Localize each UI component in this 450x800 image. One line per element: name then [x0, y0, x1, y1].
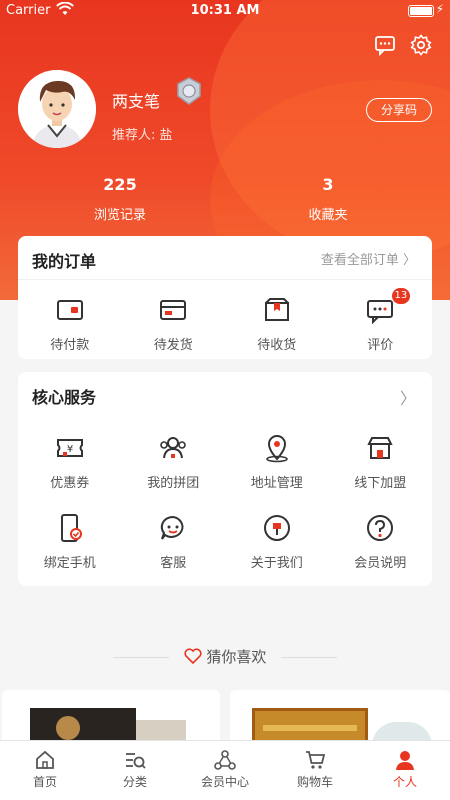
recommend-title: 猜你喜欢 — [206, 648, 267, 666]
service-icon — [161, 515, 184, 540]
tab-category-label: 分类 — [122, 775, 147, 789]
status-bar: Carrier 10:31 AM ⚡ — [0, 0, 450, 22]
username: 两支笔 — [112, 92, 161, 111]
svg-text:¥: ¥ — [67, 444, 73, 455]
chevron-right-icon[interactable]: 〉 — [400, 385, 416, 409]
wallet-icon — [56, 300, 83, 320]
tab-home-label: 首页 — [32, 775, 57, 789]
service-coupon-label: 优惠券 — [50, 476, 90, 491]
comment-icon — [367, 300, 394, 325]
view-all-orders-link[interactable]: 查看全部订单 〉 — [321, 249, 416, 268]
order-pending-receipt[interactable]: 待收货 — [225, 294, 329, 353]
tab-profile[interactable]: 个人 — [360, 741, 450, 800]
member-icon — [214, 750, 236, 770]
member-level-badge-icon — [174, 76, 204, 106]
browse-history-label: 浏览记录 — [93, 208, 146, 223]
store-icon — [367, 437, 393, 459]
favorites-label: 收藏夹 — [308, 208, 348, 223]
service-group-buy[interactable]: 我的拼团 — [122, 432, 226, 512]
browse-history-stat[interactable]: 225 浏览记录 — [60, 175, 180, 223]
share-code-button[interactable]: 分享码 — [366, 98, 432, 122]
service-bind-phone[interactable]: 绑定手机 — [18, 512, 122, 592]
service-bind-phone-label: 绑定手机 — [43, 556, 96, 571]
order-pending-receipt-label: 待收货 — [257, 338, 297, 353]
cart-icon — [306, 751, 326, 769]
tab-member-center[interactable]: 会员中心 — [180, 741, 270, 800]
service-customer-support[interactable]: 客服 — [122, 512, 226, 592]
card-icon — [160, 300, 187, 320]
heart-icon — [184, 648, 202, 665]
favorites-stat[interactable]: 3 收藏夹 — [268, 175, 388, 223]
home-icon — [36, 750, 54, 769]
service-about-us[interactable]: 关于我们 — [225, 512, 329, 592]
service-member-info[interactable]: 会员说明 — [329, 512, 433, 592]
phone-icon — [60, 514, 82, 542]
service-about-us-label: 关于我们 — [250, 556, 303, 571]
service-member-info-label: 会员说明 — [354, 556, 407, 571]
service-group-buy-label: 我的拼团 — [147, 476, 200, 491]
coupon-icon: ¥ — [56, 439, 83, 457]
divider — [281, 657, 338, 658]
status-time: 10:31 AM — [190, 3, 260, 18]
services-card: 核心服务 〉 ¥ 优惠券 我的拼团 地址管理 线下加盟 绑定手机 客服 关于我们… — [18, 372, 432, 586]
tab-category[interactable]: 分类 — [90, 741, 180, 800]
orders-card: 我的订单 查看全部订单 〉 待付款 待发货 待收货 13 评价 — [18, 236, 432, 359]
about-icon — [263, 515, 290, 541]
message-icon[interactable] — [374, 34, 396, 57]
service-address-label: 地址管理 — [250, 476, 303, 491]
review-count-badge: 13 — [391, 288, 411, 304]
service-address[interactable]: 地址管理 — [225, 432, 329, 512]
order-pending-shipment-label: 待发货 — [153, 338, 193, 353]
order-pending-shipment[interactable]: 待发货 — [122, 294, 226, 353]
referrer-label: 推荐人: 盐 — [112, 128, 173, 143]
tab-home[interactable]: 首页 — [0, 741, 90, 800]
service-customer-support-label: 客服 — [160, 556, 187, 571]
tab-member-center-label: 会员中心 — [200, 775, 249, 789]
tab-cart-label: 购物车 — [296, 775, 333, 789]
services-title: 核心服务 — [32, 388, 97, 407]
tab-profile-label: 个人 — [392, 775, 417, 789]
orders-title: 我的订单 — [32, 252, 97, 271]
divider — [112, 657, 169, 658]
recommend-header: 猜你喜欢 — [0, 646, 450, 667]
service-offline-join[interactable]: 线下加盟 — [329, 432, 433, 512]
bottom-tab-bar: 首页 分类 会员中心 购物车 个人 — [0, 740, 450, 800]
service-offline-join-label: 线下加盟 — [354, 476, 407, 491]
help-icon — [367, 515, 394, 541]
browse-history-count: 225 — [103, 175, 137, 194]
battery-icon — [408, 5, 434, 17]
tab-cart[interactable]: 购物车 — [270, 741, 360, 800]
settings-gear-icon[interactable] — [410, 34, 432, 56]
order-pending-payment-label: 待付款 — [50, 338, 90, 353]
charging-icon: ⚡ — [435, 2, 444, 16]
location-icon — [265, 435, 288, 463]
avatar[interactable] — [18, 70, 96, 148]
group-icon — [160, 437, 187, 459]
service-coupon[interactable]: ¥ 优惠券 — [18, 432, 122, 512]
order-review-label: 评价 — [367, 338, 394, 353]
order-review[interactable]: 13 评价 — [329, 288, 433, 353]
order-pending-payment[interactable]: 待付款 — [18, 294, 122, 353]
box-icon — [264, 298, 289, 321]
favorites-count: 3 — [322, 175, 334, 194]
category-icon — [126, 753, 146, 769]
person-icon — [396, 751, 414, 770]
